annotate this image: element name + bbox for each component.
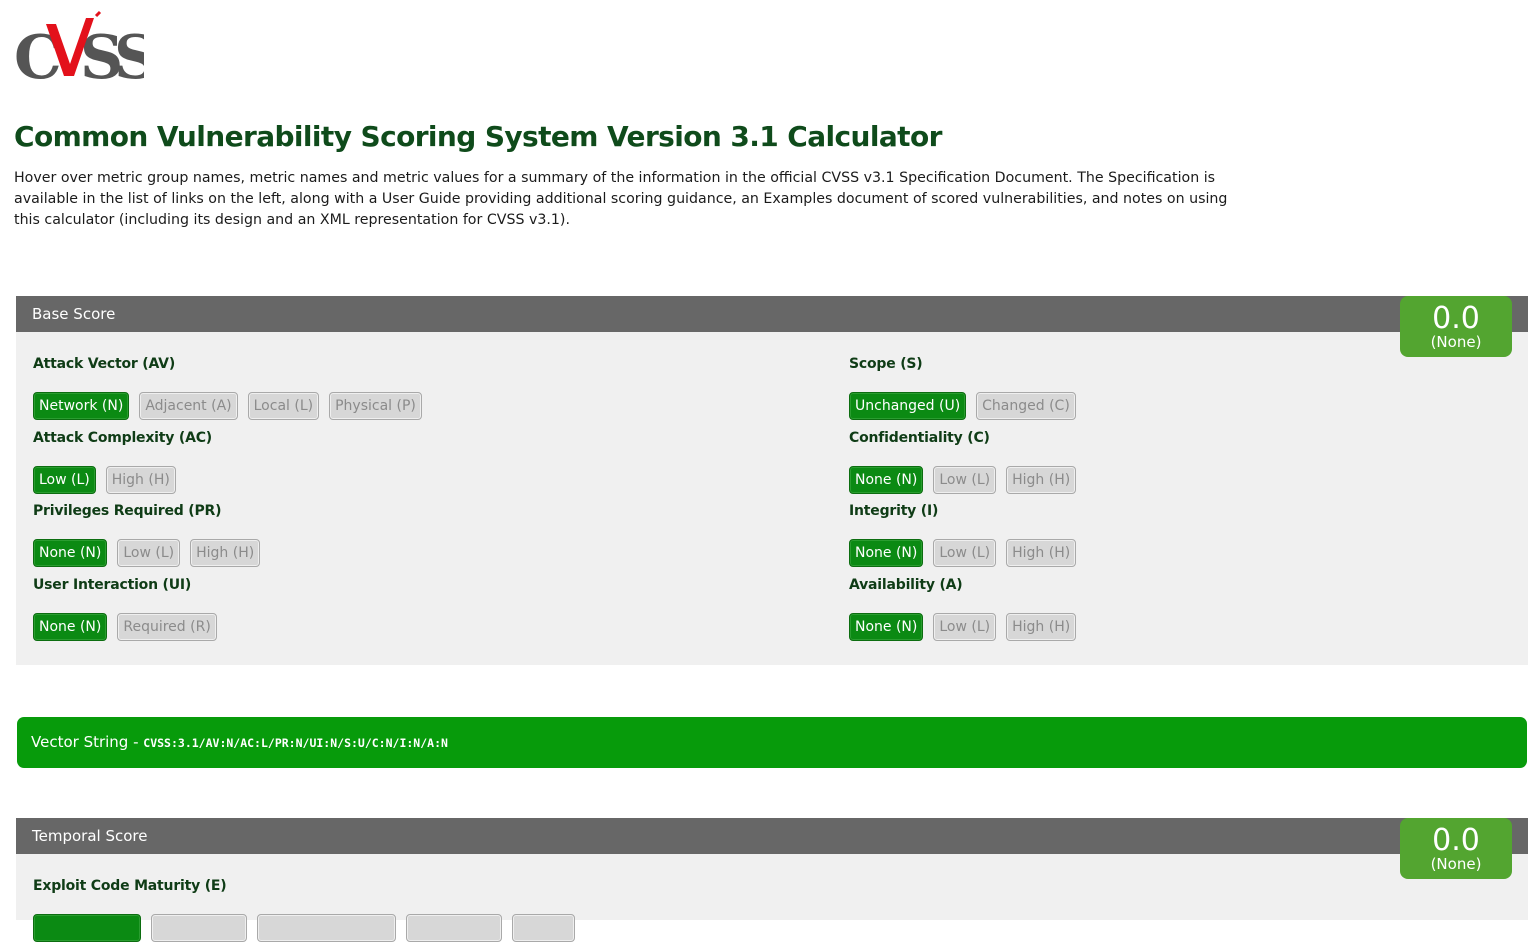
a-high-button[interactable]: High (H) xyxy=(1006,613,1077,641)
av-adjacent-button[interactable]: Adjacent (A) xyxy=(139,392,238,420)
metric-name[interactable]: User Interaction (UI) xyxy=(33,575,217,595)
metric-exploit-code-maturity: Exploit Code Maturity (E) xyxy=(33,876,575,942)
metric-name[interactable]: Attack Complexity (AC) xyxy=(33,428,212,448)
metric-name[interactable]: Confidentiality (C) xyxy=(849,428,1076,448)
vector-string-bar: Vector String - CVSS:3.1/AV:N/AC:L/PR:N/… xyxy=(17,717,1527,768)
base-score-value: 0.0 xyxy=(1432,301,1480,336)
svg-text:SS: SS xyxy=(80,23,144,82)
metric-name[interactable]: Scope (S) xyxy=(849,354,1076,374)
metric-scope: Scope (S) Unchanged (U) Changed (C) xyxy=(849,354,1076,420)
temporal-score-severity: (None) xyxy=(1430,855,1482,873)
metric-options: Network (N) Adjacent (A) Local (L) Physi… xyxy=(33,392,422,420)
metric-name[interactable]: Attack Vector (AV) xyxy=(33,354,422,374)
base-score-severity: (None) xyxy=(1430,333,1482,351)
page-title: Common Vulnerability Scoring System Vers… xyxy=(14,120,942,153)
s-changed-button[interactable]: Changed (C) xyxy=(976,392,1076,420)
e-option-button[interactable] xyxy=(257,914,396,942)
metric-confidentiality: Confidentiality (C) None (N) Low (L) Hig… xyxy=(849,428,1077,494)
metric-options: Low (L) High (H) xyxy=(33,466,212,494)
temporal-score-box: 0.0 (None) xyxy=(1400,818,1512,879)
e-option-button[interactable] xyxy=(151,914,247,942)
vector-string-value[interactable]: CVSS:3.1/AV:N/AC:L/PR:N/UI:N/S:U/C:N/I:N… xyxy=(143,736,448,750)
ac-low-button[interactable]: Low (L) xyxy=(33,466,96,494)
e-option-button[interactable] xyxy=(33,914,141,942)
pr-high-button[interactable]: High (H) xyxy=(190,539,261,567)
i-none-button[interactable]: None (N) xyxy=(849,539,924,567)
intro-text: Hover over metric group names, metric na… xyxy=(14,170,1228,228)
metric-options: None (N) Low (L) High (H) xyxy=(849,539,1077,567)
metric-privileges-required: Privileges Required (PR) None (N) Low (L… xyxy=(33,501,261,567)
e-option-button[interactable] xyxy=(406,914,502,942)
e-option-button[interactable] xyxy=(512,914,575,942)
metric-name[interactable]: Privileges Required (PR) xyxy=(33,501,260,521)
ui-none-button[interactable]: None (N) xyxy=(33,613,108,641)
metric-name[interactable]: Availability (A) xyxy=(849,575,1076,595)
base-score-box: 0.0 (None) xyxy=(1400,296,1512,357)
metric-options: None (N) Required (R) xyxy=(33,613,217,641)
c-none-button[interactable]: None (N) xyxy=(849,466,924,494)
cvss-logo[interactable]: C SS xyxy=(14,10,162,93)
ui-required-button[interactable]: Required (R) xyxy=(117,613,217,641)
base-score-section: Base Score 0.0 (None) Attack Vector (AV)… xyxy=(16,296,1528,665)
temporal-score-value: 0.0 xyxy=(1432,823,1480,858)
a-none-button[interactable]: None (N) xyxy=(849,613,924,641)
metric-user-interaction: User Interaction (UI) None (N) Required … xyxy=(33,575,217,641)
c-high-button[interactable]: High (H) xyxy=(1006,466,1077,494)
i-high-button[interactable]: High (H) xyxy=(1006,539,1077,567)
metric-integrity: Integrity (I) None (N) Low (L) High (H) xyxy=(849,501,1077,567)
metric-options xyxy=(33,914,575,942)
vector-string-label: Vector String - CVSS:3.1/AV:N/AC:L/PR:N/… xyxy=(31,717,448,769)
metric-options: None (N) Low (L) High (H) xyxy=(849,466,1077,494)
av-physical-button[interactable]: Physical (P) xyxy=(329,392,422,420)
metric-name[interactable]: Integrity (I) xyxy=(849,501,1076,521)
c-low-button[interactable]: Low (L) xyxy=(933,466,997,494)
i-low-button[interactable]: Low (L) xyxy=(933,539,997,567)
metric-options: None (N) Low (L) High (H) xyxy=(33,539,261,567)
metric-options: None (N) Low (L) High (H) xyxy=(849,613,1077,641)
a-low-button[interactable]: Low (L) xyxy=(933,613,997,641)
av-network-button[interactable]: Network (N) xyxy=(33,392,130,420)
temporal-score-header[interactable]: Temporal Score xyxy=(16,818,1528,854)
metric-availability: Availability (A) None (N) Low (L) High (… xyxy=(849,575,1077,641)
pr-none-button[interactable]: None (N) xyxy=(33,539,108,567)
base-score-header[interactable]: Base Score xyxy=(16,296,1528,332)
vector-string-caption: Vector String - xyxy=(31,733,144,751)
ac-high-button[interactable]: High (H) xyxy=(105,466,176,494)
metric-attack-complexity: Attack Complexity (AC) Low (L) High (H) xyxy=(33,428,212,494)
metric-name[interactable]: Exploit Code Maturity (E) xyxy=(33,876,575,896)
pr-low-button[interactable]: Low (L) xyxy=(117,539,181,567)
av-local-button[interactable]: Local (L) xyxy=(247,392,320,420)
s-unchanged-button[interactable]: Unchanged (U) xyxy=(849,392,967,420)
metric-options: Unchanged (U) Changed (C) xyxy=(849,392,1076,420)
temporal-score-section: Temporal Score 0.0 (None) Exploit Code M… xyxy=(16,818,1528,942)
metric-attack-vector: Attack Vector (AV) Network (N) Adjacent … xyxy=(33,354,422,420)
